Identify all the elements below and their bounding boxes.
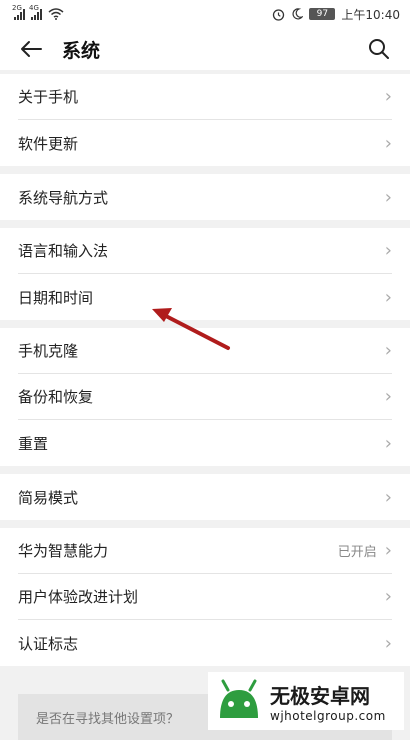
settings-item-certification[interactable]: 认证标志 ›: [18, 620, 392, 666]
moon-icon: [292, 8, 304, 20]
settings-item-navigation[interactable]: 系统导航方式 ›: [18, 174, 392, 220]
watermark-name: 无极安卓网: [270, 683, 370, 708]
settings-group-2: 系统导航方式 ›: [0, 174, 410, 220]
settings-item-user-experience[interactable]: 用户体验改进计划 ›: [18, 574, 392, 620]
status-value: 已开启: [337, 545, 377, 560]
back-arrow-icon[interactable]: [20, 40, 42, 58]
watermark: 无极安卓网 wjhotelgroup.com: [208, 672, 404, 730]
page-title: 系统: [62, 39, 101, 62]
signal-icon: 2G: [12, 4, 25, 20]
settings-item-simple-mode[interactable]: 简易模式 ›: [18, 474, 392, 520]
settings-item-label: 重置: [18, 434, 49, 453]
settings-item-label: 华为智慧能力: [18, 542, 109, 560]
annotation-arrow-icon: [152, 308, 230, 350]
settings-group-1: 关于手机 › 软件更新 ›: [0, 74, 410, 166]
settings-item-software-update[interactable]: 软件更新 ›: [18, 120, 392, 166]
chevron-right-icon: ›: [384, 432, 392, 454]
android-logo-icon: [220, 679, 258, 718]
search-icon[interactable]: [368, 38, 390, 60]
chevron-right-icon: ›: [384, 240, 392, 261]
settings-item-label: 日期和时间: [18, 288, 94, 307]
watermark-url: wjhotelgroup.com: [270, 708, 386, 723]
settings-item-about-phone[interactable]: 关于手机 ›: [18, 74, 392, 120]
arrow-shaft: [160, 312, 230, 350]
chevron-right-icon: ›: [384, 340, 392, 361]
settings-item-label: 软件更新: [18, 134, 79, 153]
settings-group-5: 简易模式 ›: [0, 474, 410, 520]
chevron-right-icon: ›: [384, 586, 392, 607]
settings-item-language-input[interactable]: 语言和输入法 ›: [18, 228, 392, 274]
chevron-right-icon: ›: [384, 86, 392, 107]
settings-item-label: 手机克隆: [18, 342, 79, 360]
chevron-right-icon: ›: [384, 186, 392, 208]
signal-tag-2: 4G: [29, 4, 39, 12]
chevron-right-icon: ›: [384, 632, 392, 654]
chevron-right-icon: ›: [384, 286, 392, 308]
arrow-head: [152, 308, 172, 322]
settings-item-label: 认证标志: [18, 634, 79, 653]
settings-item-label: 简易模式: [18, 488, 79, 507]
chevron-right-icon: ›: [384, 486, 392, 508]
settings-item-label: 关于手机: [18, 88, 79, 106]
settings-item-label: 用户体验改进计划: [18, 588, 139, 606]
status-bar: 2G 4G 97 上午10:40: [0, 0, 410, 28]
settings-item-reset[interactable]: 重置 ›: [18, 420, 392, 466]
signal-tag-1: 2G: [12, 4, 22, 12]
chevron-right-icon: ›: [384, 132, 392, 154]
chevron-right-icon: ›: [384, 540, 392, 561]
clock-time: 上午10:40: [341, 7, 400, 22]
settings-item-label: 系统导航方式: [18, 188, 109, 207]
signal-icon-2: 4G: [29, 4, 42, 20]
settings-group-6: 华为智慧能力 已开启 › 用户体验改进计划 › 认证标志 ›: [0, 528, 410, 666]
title-bar: 系统: [0, 28, 410, 70]
settings-item-label: 语言和输入法: [18, 242, 109, 260]
search-suggestion-text: 是否在寻找其他设置项？: [36, 711, 180, 727]
chevron-right-icon: ›: [384, 386, 392, 407]
settings-item-label: 备份和恢复: [18, 388, 94, 406]
settings-item-huawei-ai[interactable]: 华为智慧能力 已开启 ›: [18, 528, 392, 574]
alarm-icon: [273, 8, 285, 21]
wifi-icon: [48, 8, 64, 20]
settings-item-backup-restore[interactable]: 备份和恢复 ›: [18, 374, 392, 420]
battery-indicator: 97: [309, 8, 336, 20]
status-left: 2G 4G: [12, 4, 64, 20]
status-right: 97 上午10:40: [272, 6, 400, 23]
